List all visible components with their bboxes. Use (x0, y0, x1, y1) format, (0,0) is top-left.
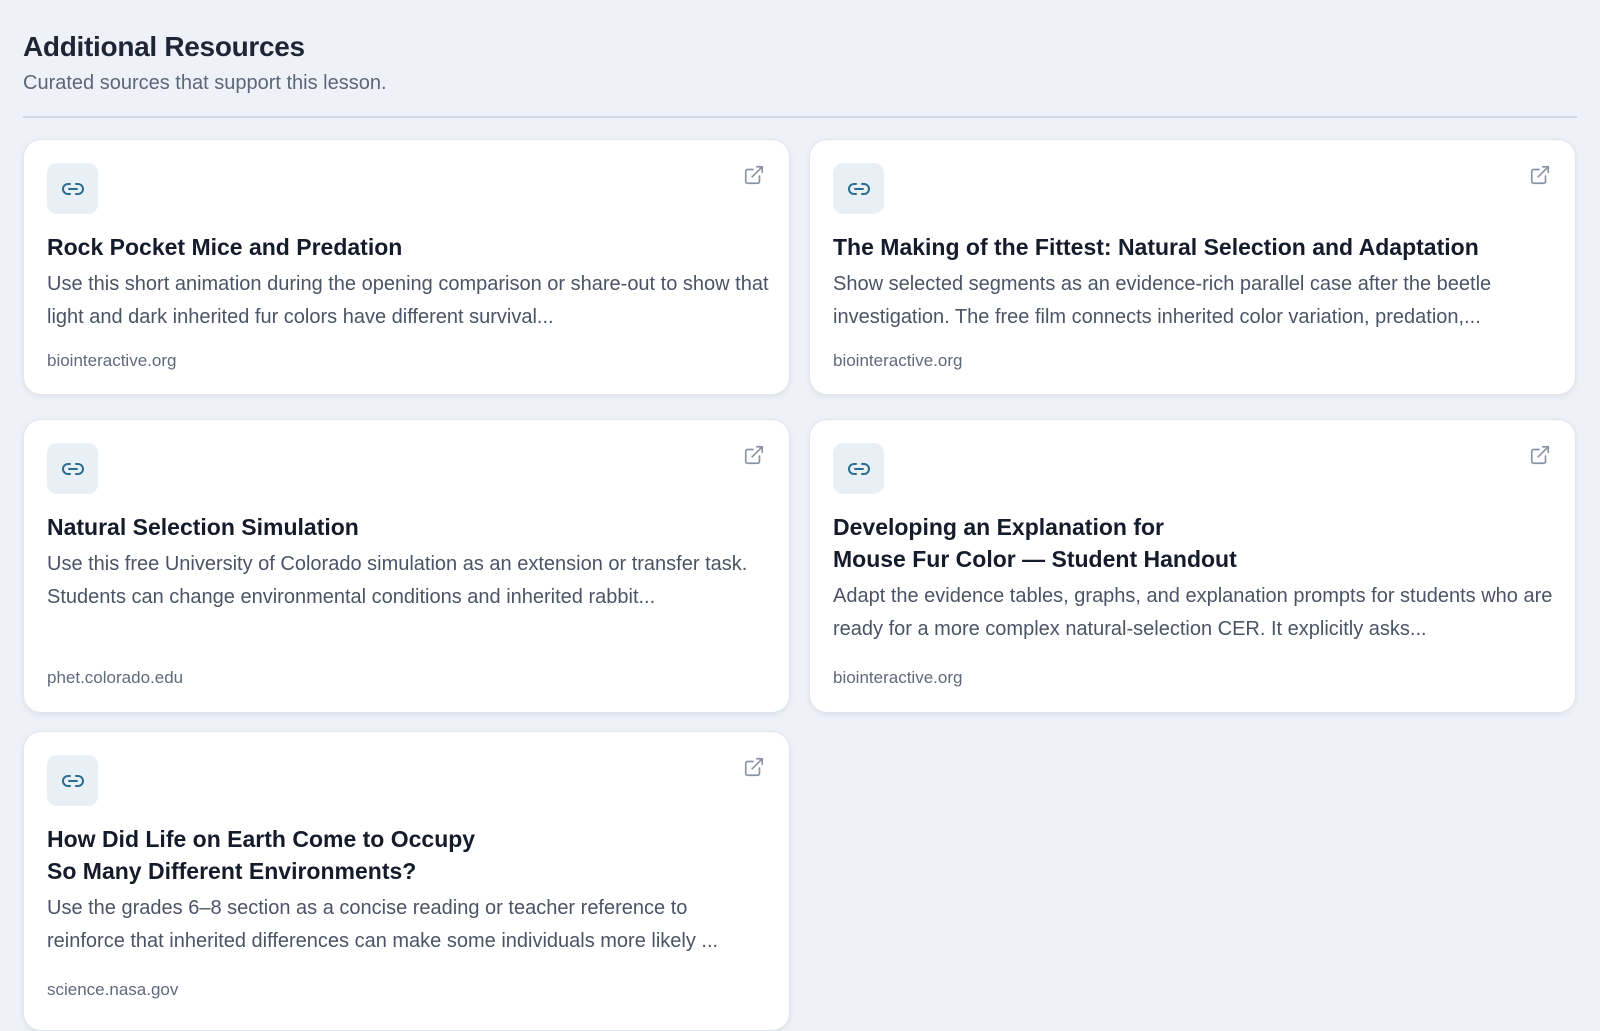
link-icon (47, 443, 98, 494)
resource-card[interactable]: The Making of the Fittest: Natural Selec… (809, 139, 1576, 395)
resource-title[interactable]: Natural Selection Simulation (47, 511, 766, 543)
resource-description: Use this free University of Colorado sim… (47, 553, 748, 608)
resource-card[interactable]: Developing an Explanation for Mouse Fur … (809, 419, 1576, 713)
additional-resources-section: Additional Resources Curated sources tha… (23, 30, 1577, 118)
link-icon (47, 755, 98, 806)
link-icon (47, 163, 98, 214)
resource-domain: biointeractive.org (47, 351, 177, 370)
resource-description: Use the grades 6–8 section as a concise … (47, 897, 719, 952)
resource-card[interactable]: Natural Selection Simulation Use this fr… (23, 419, 790, 713)
page-subtitle: Curated sources that support this lesson… (23, 72, 387, 94)
resource-title[interactable]: Developing an Explanation for Mouse Fur … (833, 511, 1552, 575)
resource-domain: phet.colorado.edu (47, 668, 184, 687)
external-link-icon[interactable] (742, 443, 766, 467)
resource-domain: biointeractive.org (833, 668, 963, 687)
resource-domain: biointeractive.org (833, 351, 963, 370)
resource-description: Adapt the evidence tables, graphs, and e… (833, 585, 1553, 640)
resource-title[interactable]: The Making of the Fittest: Natural Selec… (833, 231, 1552, 263)
resource-description: Use this short animation during the open… (47, 273, 769, 328)
link-icon (833, 443, 884, 494)
resource-title[interactable]: Rock Pocket Mice and Predation (47, 231, 766, 263)
external-link-icon[interactable] (742, 163, 766, 187)
external-link-icon[interactable] (1528, 443, 1552, 467)
resource-card[interactable]: How Did Life on Earth Come to Occupy So … (23, 731, 790, 1031)
divider (23, 116, 1577, 118)
resource-description: Show selected segments as an evidence-ri… (833, 273, 1492, 328)
resource-domain: science.nasa.gov (47, 980, 179, 999)
resource-card[interactable]: Rock Pocket Mice and Predation Use this … (23, 139, 790, 395)
external-link-icon[interactable] (742, 755, 766, 779)
page-title: Additional Resources (23, 31, 305, 62)
link-icon (833, 163, 884, 214)
external-link-icon[interactable] (1528, 163, 1552, 187)
resource-title[interactable]: How Did Life on Earth Come to Occupy So … (47, 823, 766, 887)
